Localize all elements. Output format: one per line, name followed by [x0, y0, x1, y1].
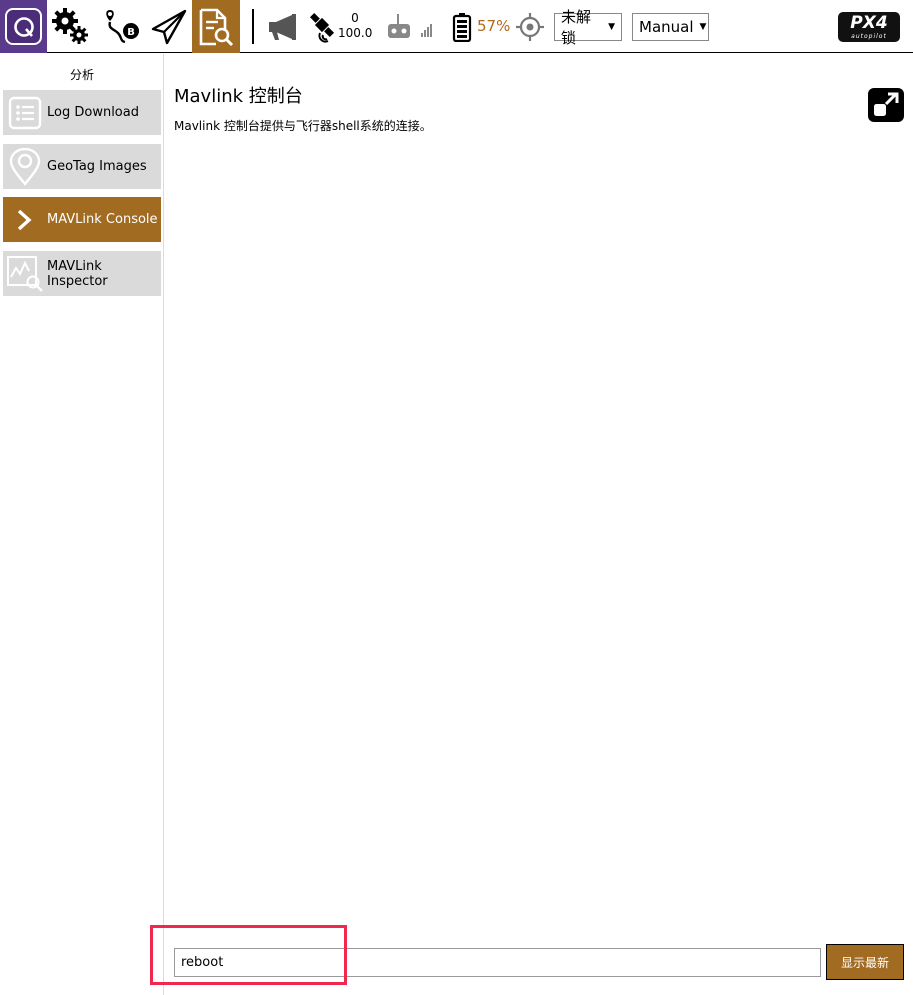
px4-logo: PX4 autopilot [838, 12, 900, 42]
command-input[interactable] [174, 948, 821, 977]
sidebar-item-mavlink-inspector[interactable]: MAVLink Inspector [3, 251, 161, 296]
rc-transmitter-icon [388, 13, 432, 38]
sidebar-title: 分析 [69, 68, 94, 82]
gears-icon [52, 7, 88, 44]
messages-indicator[interactable] [266, 0, 298, 53]
show-latest-button[interactable]: 显示最新 [826, 944, 904, 980]
sidebar-item-geotag-images[interactable]: GeoTag Images [3, 144, 161, 189]
map-pin-icon [3, 144, 47, 189]
brand-name: PX4 [850, 13, 888, 33]
gnss-indicator[interactable] [515, 0, 545, 53]
rc-indicator[interactable] [386, 0, 436, 53]
settings-button[interactable] [48, 0, 94, 53]
gps-indicator[interactable] [306, 0, 338, 53]
flight-mode-dropdown[interactable]: Manual ▼ [632, 13, 709, 41]
chevron-right-icon [3, 197, 47, 242]
top-toolbar: B 0 100.0 57% 未解锁 ▼ Manual ▼ PX4 autopil… [0, 0, 913, 53]
route-icon: B [106, 9, 139, 43]
popout-button[interactable] [868, 88, 904, 122]
qgc-logo-button[interactable] [0, 0, 47, 53]
sidebar-item-label: GeoTag Images [47, 159, 147, 174]
arm-status-label: 未解锁 [561, 8, 592, 47]
sidebar-item-log-download[interactable]: Log Download [3, 90, 161, 135]
battery-percent: 57% [477, 17, 511, 35]
megaphone-icon [269, 13, 296, 40]
sidebar-item-mavlink-console[interactable]: MAVLink Console [3, 197, 161, 242]
plan-button[interactable]: B [100, 0, 146, 53]
flight-mode-label: Manual [639, 18, 694, 36]
analyze-sidebar: 分析 Log Download GeoTag Images MAVLink Co… [0, 54, 164, 995]
satellite-icon [309, 12, 335, 43]
analyze-button[interactable] [192, 0, 240, 53]
page-description: Mavlink 控制台提供与飞行器shell系统的连接。 [174, 119, 432, 133]
qgc-logo-icon [5, 8, 42, 45]
battery-icon [452, 12, 472, 42]
battery-indicator[interactable] [452, 0, 472, 53]
crosshair-icon [516, 12, 544, 41]
sidebar-item-label: Log Download [47, 105, 139, 120]
fly-button[interactable] [146, 0, 192, 53]
gps-hdop: 100.0 [338, 26, 373, 40]
sidebar-item-label: MAVLink Console [47, 212, 158, 227]
sidebar-item-label: MAVLink Inspector [47, 258, 108, 289]
popout-icon [874, 92, 899, 116]
gps-values: 0 100.0 [338, 11, 372, 41]
chevron-down-icon: ▼ [608, 22, 615, 32]
list-icon [3, 90, 47, 135]
toolbar-separator [252, 9, 254, 44]
page-title: Mavlink 控制台 [174, 86, 303, 107]
arm-status-dropdown[interactable]: 未解锁 ▼ [554, 8, 622, 47]
paper-plane-icon [151, 9, 187, 44]
chart-search-icon [3, 251, 47, 296]
gps-satellite-count: 0 [351, 11, 359, 25]
brand-sub: autopilot [851, 33, 887, 40]
svg-text:B: B [127, 27, 135, 38]
chevron-down-icon: ▼ [699, 22, 707, 32]
analyze-icon [199, 8, 234, 46]
